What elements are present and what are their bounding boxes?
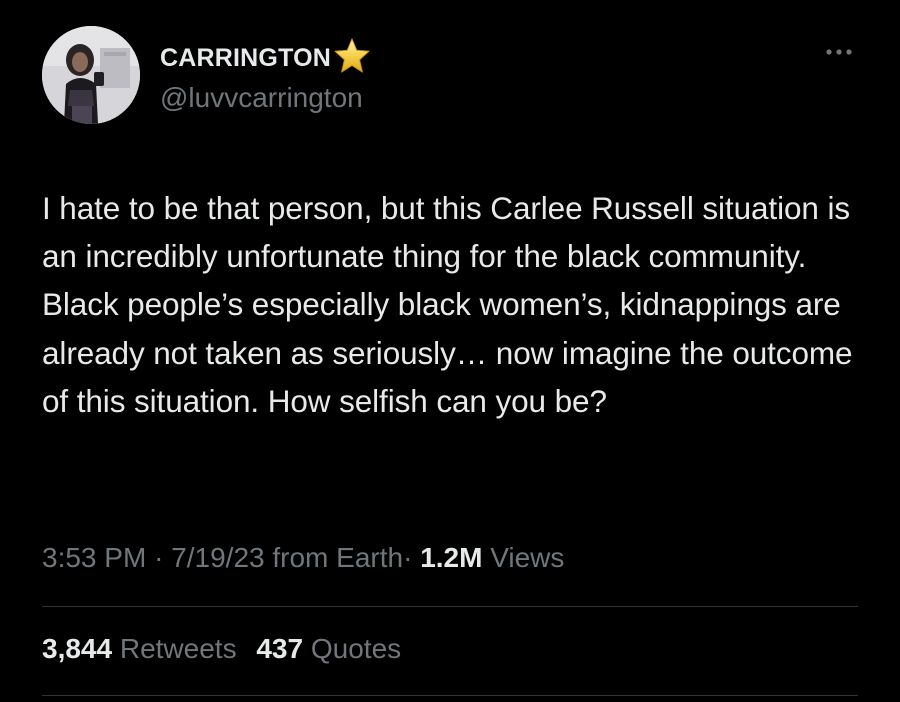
tweet-date[interactable]: 7/19/23 [171,542,264,573]
retweets-count: 3,844 [42,633,113,664]
tweet-time[interactable]: 3:53 PM [42,542,146,573]
more-options-icon[interactable] [822,40,856,64]
meta-separator: · [403,542,413,573]
quotes-label: Quotes [310,633,402,664]
divider [42,695,858,696]
tweet-source: from Earth [272,542,404,573]
meta-separator: · [154,542,164,573]
quotes-count: 437 [256,633,304,664]
views-count[interactable]: 1.2M [420,542,482,573]
quotes-stat[interactable]: 437 Quotes [256,633,401,664]
author-handle[interactable]: @luvvcarrington [160,82,363,114]
author-name-row[interactable]: CARRINGTON [160,38,371,78]
engagement-stats: 3,844 Retweets 437 Quotes [42,633,401,665]
views-label[interactable]: Views [490,542,564,573]
avatar-photo [42,26,140,124]
tweet-text: I hate to be that person, but this Carle… [42,190,862,419]
retweets-stat[interactable]: 3,844 Retweets [42,633,244,664]
display-name[interactable]: CARRINGTON [160,44,331,73]
tweet-detail: CARRINGTON @luvvcarrington I hate to be … [0,0,900,702]
retweets-label: Retweets [119,633,237,664]
tweet-meta: 3:53 PM · 7/19/23 from Earth· 1.2M Views [42,542,564,574]
avatar[interactable] [42,26,140,124]
divider [42,606,858,607]
star-icon [334,38,370,73]
